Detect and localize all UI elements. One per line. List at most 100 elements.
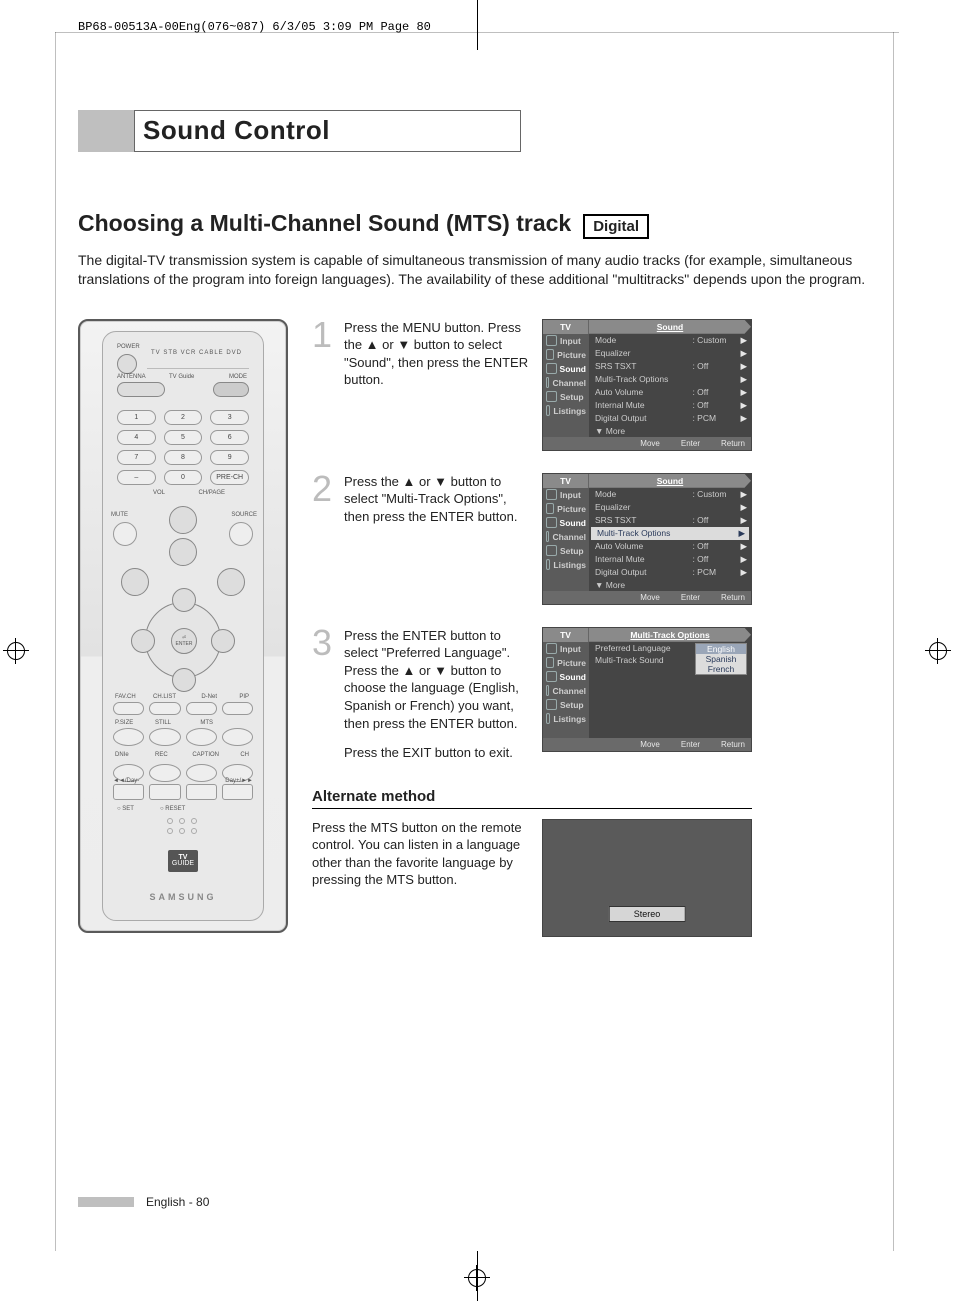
- favch-button: [113, 702, 144, 715]
- pip-button: [222, 702, 253, 715]
- rewind-button: [113, 784, 144, 800]
- osd-main: Mode: Custom▶Equalizer▶SRS TSXT: Off▶Mul…: [589, 334, 751, 437]
- remote-label-caption: CAPTION: [192, 752, 219, 758]
- vol-up-button: [169, 506, 197, 534]
- remote-label-mts: MTS: [200, 720, 213, 726]
- step-2: 2 Press the ▲ or ▼ button to select "Mul…: [312, 473, 874, 605]
- key-2: 2: [164, 410, 203, 425]
- osd-sidebar: InputPictureSoundChannelSetupListings: [543, 334, 589, 437]
- section-accent-bar: [78, 110, 134, 152]
- key-5: 5: [164, 430, 203, 445]
- still-button: [149, 728, 180, 746]
- vol-down-button: [169, 538, 197, 566]
- key-7: 7: [117, 450, 156, 465]
- language-option: Spanish: [696, 654, 746, 664]
- remote-label-reset: ○ RESET: [160, 806, 185, 812]
- remote-label-dnet: D-Net: [201, 694, 217, 700]
- osd-menu-row: Digital Output: PCM▶: [589, 412, 751, 425]
- osd-screenshot-4: Stereo: [542, 819, 752, 937]
- subheading-row: Choosing a Multi-Channel Sound (MTS) tra…: [78, 210, 874, 239]
- osd-menu-row: Auto Volume: Off▶: [589, 386, 751, 399]
- osd-side-item: Input: [543, 642, 589, 656]
- osd-side-item: Sound: [543, 670, 589, 684]
- section-title-row: Sound Control: [78, 110, 874, 152]
- osd-footer: MoveEnterReturn: [543, 437, 751, 450]
- key-prech: PRE-CH: [210, 470, 249, 485]
- osd-screenshot-1: TVSound InputPictureSoundChannelSetupLis…: [542, 319, 752, 451]
- step-3: 3 Press the ENTER button to select "Pref…: [312, 627, 874, 762]
- remote-dots: [167, 818, 199, 834]
- osd-menu-row: Internal Mute: Off▶: [589, 553, 751, 566]
- osd-menu-row: Mode: Custom▶: [589, 488, 751, 501]
- remote-label-modes: TV STB VCR CABLE DVD: [151, 350, 242, 356]
- mts-button: [186, 728, 217, 746]
- osd-menu-row: SRS TSXT: Off▶: [589, 360, 751, 373]
- brand-label: SAMSUNG: [103, 892, 263, 902]
- osd-side-item: Channel: [543, 530, 589, 544]
- osd-side-item: Picture: [543, 502, 589, 516]
- osd-badge-tv: TV: [543, 474, 589, 488]
- osd-side-item: Channel: [543, 684, 589, 698]
- remote-label-ch: CH: [240, 752, 249, 758]
- osd-menu-row: Equalizer▶: [589, 347, 751, 360]
- key-dash: –: [117, 470, 156, 485]
- step-text: Press the ▲ or ▼ button to select "Multi…: [344, 473, 532, 526]
- remote-label-still: STILL: [155, 720, 171, 726]
- remote-label-antenna: ANTENNA: [117, 374, 146, 380]
- play-button: [186, 784, 217, 800]
- key-3: 3: [210, 410, 249, 425]
- page-footer: English - 80: [78, 1195, 209, 1209]
- language-popup: EnglishSpanishFrench: [695, 643, 747, 675]
- osd-badge-tv: TV: [543, 628, 589, 642]
- registration-mark-bottom: [464, 1265, 490, 1291]
- osd-title: Multi-Track Options: [589, 628, 751, 642]
- osd-side-item: Setup: [543, 698, 589, 712]
- remote-label-rec: REC: [155, 752, 168, 758]
- stereo-indicator: Stereo: [609, 906, 686, 922]
- chlist-button: [149, 702, 180, 715]
- pip-up-button: [222, 728, 253, 746]
- trim-line: [55, 32, 899, 33]
- step-number: 2: [312, 473, 334, 505]
- step-number: 3: [312, 627, 334, 659]
- dpad-down: [172, 668, 196, 692]
- osd-footer: MoveEnterReturn: [543, 591, 751, 604]
- dpad-right: [211, 629, 235, 653]
- osd-menu-row: Mode: Custom▶: [589, 334, 751, 347]
- alternate-text: Press the MTS button on the remote contr…: [312, 819, 532, 937]
- remote-label-vol: VOL: [153, 490, 165, 496]
- osd-menu-row: Equalizer▶: [589, 501, 751, 514]
- language-option: French: [696, 664, 746, 674]
- osd-side-item: Listings: [543, 712, 589, 726]
- registration-mark-right: [925, 638, 951, 664]
- remote-illustration: POWER TV STB VCR CABLE DVD ANTENNA TV Gu…: [78, 319, 288, 933]
- osd-side-item: Channel: [543, 376, 589, 390]
- language-option: English: [696, 644, 746, 654]
- osd-screenshot-2: TVSound InputPictureSoundChannelSetupLis…: [542, 473, 752, 605]
- osd-menu-row: Auto Volume: Off▶: [589, 540, 751, 553]
- remote-label-tvguide: TV Guide: [169, 374, 194, 380]
- key-6: 6: [210, 430, 249, 445]
- remote-label-chlist: CH.LIST: [153, 694, 176, 700]
- trim-line: [55, 32, 56, 1251]
- osd-menu-row: SRS TSXT: Off▶: [589, 514, 751, 527]
- power-button: [117, 354, 137, 374]
- osd-side-item: Setup: [543, 544, 589, 558]
- osd-menu-row: Digital Output: PCM▶: [589, 566, 751, 579]
- step-text: Press the ENTER button to select "Prefer…: [344, 627, 532, 762]
- osd-side-item: Listings: [543, 558, 589, 572]
- key-1: 1: [117, 410, 156, 425]
- crop-mark-top: [477, 0, 478, 50]
- remote-label-psize: P.SIZE: [115, 720, 133, 726]
- remote-label-dnie: DNIe: [115, 752, 129, 758]
- osd-main: Preferred LanguageMulti-Track SoundEngli…: [589, 642, 751, 738]
- trim-line: [893, 32, 894, 1251]
- step-number: 1: [312, 319, 334, 351]
- subheading: Choosing a Multi-Channel Sound (MTS) tra…: [78, 210, 571, 237]
- source-button: [229, 522, 253, 546]
- stop-button: [149, 784, 180, 800]
- osd-menu-row: ▼ More: [589, 579, 751, 591]
- rec-button: [149, 764, 180, 782]
- step-text: Press the MENU button. Press the ▲ or ▼ …: [344, 319, 532, 389]
- remote-label-chpage: CH/PAGE: [198, 490, 225, 496]
